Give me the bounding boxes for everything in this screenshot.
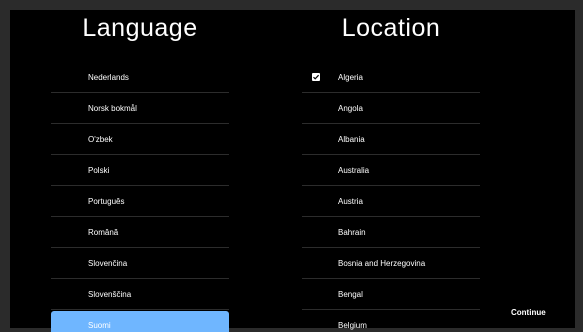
location-item-angola[interactable]: Angola (302, 93, 480, 124)
language-item-norsk-bokmal[interactable]: Norsk bokmål (51, 93, 229, 124)
location-item-bosnia-and-herzegovina[interactable]: Bosnia and Herzegovina (302, 248, 480, 279)
location-list: Algeria Angola Albania Australia Austria… (302, 62, 480, 332)
language-item-label: Slovenčina (88, 259, 128, 268)
location-item-label: Albania (338, 135, 365, 144)
language-item-label: Română (88, 228, 119, 237)
location-title: Location (341, 14, 441, 42)
location-item-label: Angola (338, 104, 363, 113)
language-list: Nederlands Norsk bokmål O'zbek Polski Po… (51, 62, 229, 332)
location-item-australia[interactable]: Australia (302, 155, 480, 186)
location-item-bengal[interactable]: Bengal (302, 279, 480, 310)
language-item-slovenscina[interactable]: Slovenščina (51, 279, 229, 310)
language-item-label: Português (88, 197, 125, 206)
language-item-suomi[interactable]: Suomi (51, 311, 229, 332)
location-item-austria[interactable]: Austria (302, 186, 480, 217)
location-item-label: Bahrain (338, 228, 366, 237)
language-item-slovencina[interactable]: Slovenčina (51, 248, 229, 279)
location-item-belgium[interactable]: Belgium (302, 310, 480, 332)
location-item-label: Belgium (338, 321, 367, 330)
location-item-label: Bengal (338, 290, 363, 299)
location-item-label: Algeria (338, 73, 363, 82)
language-item-label: Polski (88, 166, 110, 175)
checkbox-checked-icon[interactable] (312, 73, 320, 81)
language-item-romana[interactable]: Română (51, 217, 229, 248)
location-item-algeria[interactable]: Algeria (302, 62, 480, 93)
location-item-label: Bosnia and Herzegovina (338, 259, 426, 268)
location-item-albania[interactable]: Albania (302, 124, 480, 155)
location-item-label: Austria (338, 197, 363, 206)
language-item-label: Slovenščina (88, 290, 132, 299)
language-item-portugues[interactable]: Português (51, 186, 229, 217)
language-title: Language (82, 14, 198, 42)
location-item-label: Australia (338, 166, 370, 175)
language-item-polski[interactable]: Polski (51, 155, 229, 186)
language-item-ozbek[interactable]: O'zbek (51, 124, 229, 155)
location-item-bahrain[interactable]: Bahrain (302, 217, 480, 248)
language-item-nederlands[interactable]: Nederlands (51, 62, 229, 93)
language-item-label: Norsk bokmål (88, 104, 137, 113)
language-item-label: Suomi (88, 321, 111, 330)
language-item-label: Nederlands (88, 73, 129, 82)
continue-button[interactable]: Continue (511, 308, 546, 317)
language-item-label: O'zbek (88, 135, 113, 144)
